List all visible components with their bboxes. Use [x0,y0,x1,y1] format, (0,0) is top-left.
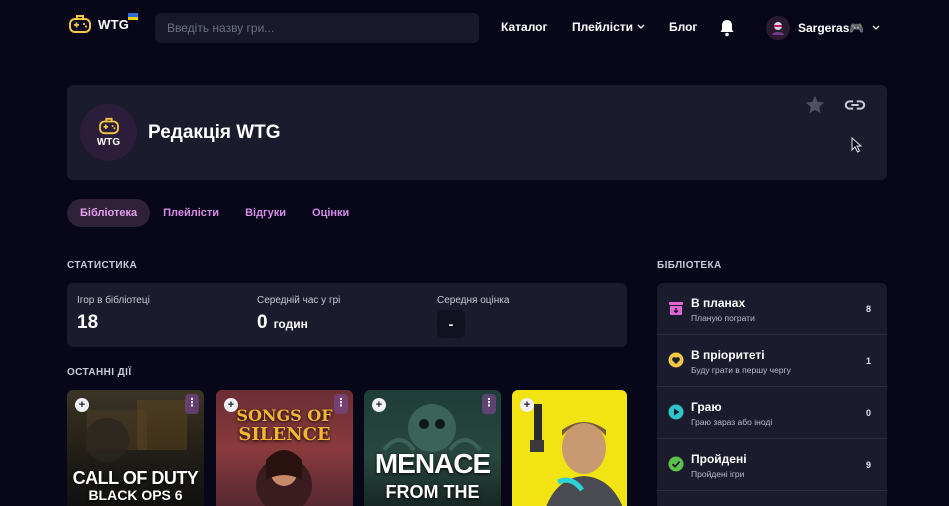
user-avatar-icon [772,22,784,35]
profile-avatar-text: WTG [96,137,121,148]
play-icon [668,404,684,420]
stat-avg-time: Середній час у грі 0 годин [257,295,340,334]
stat-games-number: 18 [77,312,99,333]
add-icon[interactable]: + [75,398,89,412]
library-item-count: 1 [865,356,871,366]
profile-tabs: Бібліотека Плейлісти Відгуки Оцінки [67,199,362,227]
stat-games: Ігор в бібліотеці 18 [77,295,150,334]
more-vertical-icon[interactable]: ⋮ [482,394,496,414]
stats-title: СТАТИСТИКА [67,260,138,271]
stat-avg-time-number: 0 [257,312,268,333]
library-item-name: Пройдені [691,452,747,466]
ukraine-flag-icon [128,13,138,20]
game-title-line2: FROM THE [385,482,480,502]
stat-avg-time-label: Середній час у грі [257,295,341,306]
nav-blog[interactable]: Блог [669,20,697,34]
library-item-sub: Буду грати в першу чергу [691,365,791,375]
user-menu[interactable]: Sargeras🎮 [766,16,880,40]
logo-text: WTG [98,16,130,32]
library-item-name: Граю [691,400,722,414]
nav-catalog[interactable]: Каталог [501,20,548,34]
stat-games-value: 18 [77,312,150,334]
more-vertical-icon[interactable]: ⋮ [185,394,199,414]
game-title-line2: BLACK OPS 6 [88,487,183,503]
profile-card: WTG Редакція WTG [67,85,887,180]
game-title-line1: CALL OF DUTY [72,468,199,488]
gamepad-logo-icon [98,117,119,135]
game-card[interactable]: + ⋮ MENACE FROM THE [364,390,501,506]
game-card[interactable]: + ⋮ SONGS OF SILENCE [216,390,353,506]
library-item-count: 9 [865,460,871,470]
tab-library[interactable]: Бібліотека [67,199,151,227]
stat-games-label: Ігор в бібліотеці [77,295,150,306]
library-item-count: 0 [865,408,871,418]
game-title-line1: MENACE [374,448,491,479]
library-item-count: 8 [865,304,871,314]
library-item-completed[interactable]: Пройдені Пройдені ігри 9 [657,439,887,491]
chevron-down-icon [872,25,880,30]
bell-icon[interactable] [719,19,735,37]
library-item-priority[interactable]: В пріоритеті Буду грати в першу чергу 1 [657,335,887,387]
tab-ratings[interactable]: Оцінки [299,199,362,227]
top-header: WTG Каталог Плейлісти Блог Sargeras🎮 [0,0,949,56]
nav-playlists[interactable]: Плейлісти [572,20,645,34]
stat-avg-rating-label: Середня оцінка [437,295,510,306]
library-panel: В планах Планую пограти 8 В пріоритеті Б… [657,283,887,506]
library-item-name: В пріоритеті [691,348,765,362]
library-item-planned[interactable]: В планах Планую пограти 8 [657,283,887,335]
avatar [766,16,790,40]
recent-title: ОСТАННІ ДІЇ [67,367,132,378]
game-card[interactable]: + ⋮ CALL OF DUTY BLACK OPS 6 [67,390,204,506]
add-icon[interactable]: + [520,398,534,412]
library-item-playing[interactable]: Граю Граю зараз або іноді 0 [657,387,887,439]
library-item-name: В планах [691,296,746,310]
inbox-icon [669,302,683,315]
nav-playlists-label: Плейлісти [572,20,634,34]
stat-avg-rating: Середня оцінка - [437,295,509,338]
library-item-sub: Планую пограти [691,313,755,323]
gamepad-logo-icon [69,15,91,33]
username: Sargeras🎮 [798,21,865,35]
stats-card: Ігор в бібліотеці 18 Середній час у грі … [67,283,627,347]
game-title-line1: SONGS OF [236,406,333,425]
check-circle-icon [668,456,684,472]
heart-icon [668,352,684,368]
site-logo[interactable]: WTG [68,13,138,34]
tab-reviews[interactable]: Відгуки [232,199,299,227]
star-icon[interactable] [804,94,826,116]
add-icon[interactable]: + [372,398,386,412]
mouse-cursor-icon [851,137,863,153]
profile-avatar: WTG [80,104,137,161]
stat-avg-time-unit: годин [273,317,308,331]
chevron-down-icon [637,24,645,29]
search-input[interactable] [155,13,479,43]
link-icon[interactable] [844,95,866,115]
library-title: БІБЛІОТЕКА [657,260,722,271]
game-title-line2: SILENCE [238,424,331,445]
library-item-sub: Граю зараз або іноді [691,417,773,427]
profile-name: Редакція WTG [148,122,281,143]
game-card[interactable]: + [512,390,627,506]
library-item-sub: Пройдені ігри [691,469,745,479]
stat-avg-rating-value: - [437,310,465,338]
tab-playlists[interactable]: Плейлісти [150,199,232,227]
stat-avg-time-value: 0 годин [257,312,340,334]
